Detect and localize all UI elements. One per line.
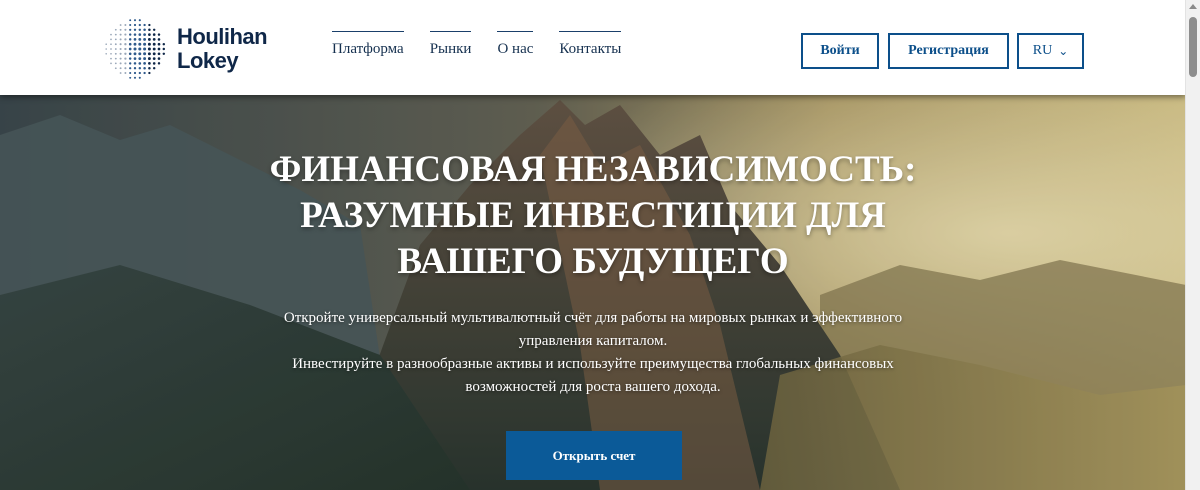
brand-logo[interactable]: Houlihan Lokey [103, 17, 268, 81]
hero-text-line: возможностей для роста вашего дохода. [465, 379, 721, 395]
site-header: Houlihan Lokey Платформа Рынки О нас Кон… [0, 0, 1186, 95]
brand-name-line2: Lokey [177, 48, 239, 73]
dotted-globe-icon [105, 19, 166, 79]
hero-text-line: Откройте универсальный мультивалютный сч… [283, 310, 903, 326]
nav-item-contacts[interactable]: Контакты [559, 31, 621, 58]
nav-item-platform[interactable]: Платформа [332, 31, 404, 58]
language-select[interactable]: RU ⌄ [1017, 33, 1084, 69]
scroll-up-arrow-icon[interactable] [1189, 4, 1197, 9]
brand-name-line1: Houlihan [177, 24, 268, 49]
nav-item-about[interactable]: О нас [497, 31, 533, 58]
language-value: RU [1032, 43, 1053, 58]
open-account-button[interactable]: Открыть счет [506, 431, 682, 480]
nav-item-markets[interactable]: Рынки [429, 31, 471, 58]
login-button[interactable]: Войти [801, 33, 879, 69]
page-scrollbar[interactable] [1185, 0, 1200, 490]
hero-description: Откройте универсальный мультивалютный сч… [0, 307, 1186, 399]
hero-title-line: ФИНАНСОВАЯ НЕЗАВИСИМОСТЬ: [269, 149, 917, 190]
main-nav: Платформа Рынки О нас Контакты [332, 31, 647, 58]
register-button[interactable]: Регистрация [888, 33, 1009, 69]
hero-title: ФИНАНСОВАЯ НЕЗАВИСИМОСТЬ: РАЗУМНЫЕ ИНВЕС… [0, 147, 1186, 285]
hero-section: ФИНАНСОВАЯ НЕЗАВИСИМОСТЬ: РАЗУМНЫЕ ИНВЕС… [0, 95, 1186, 490]
hero-title-line: РАЗУМНЫЕ ИНВЕСТИЦИИ ДЛЯ [300, 195, 886, 236]
scrollbar-thumb[interactable] [1189, 17, 1197, 77]
hero-text-line: управления капиталом. [518, 333, 668, 349]
hero-text-line: Инвестируйте в разнообразные активы и ис… [292, 356, 894, 372]
hero-title-line: ВАШЕГО БУДУЩЕГО [397, 241, 789, 282]
brand-name: Houlihan Lokey [177, 24, 268, 73]
chevron-down-icon: ⌄ [1058, 43, 1069, 58]
